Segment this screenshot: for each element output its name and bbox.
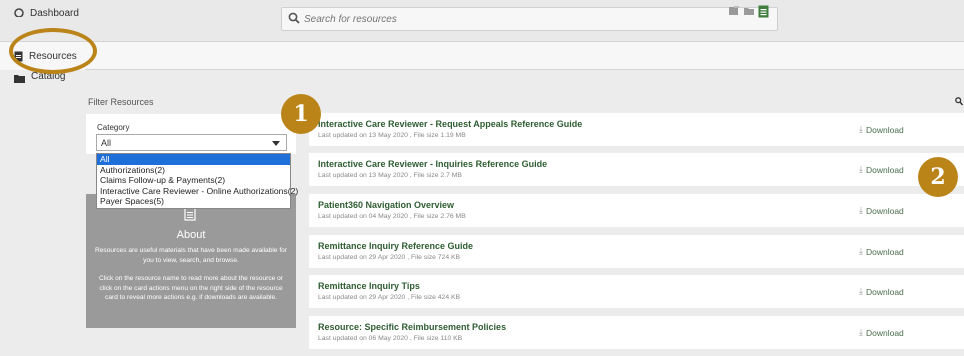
search-box[interactable] — [281, 7, 778, 31]
sidebar-item-label: Dashboard — [30, 7, 79, 18]
download-button[interactable]: ⤓ Download — [859, 286, 904, 297]
resource-meta: Last updated on 29 Apr 2020 , File size … — [318, 294, 461, 301]
resource-title[interactable]: Interactive Care Reviewer - Inquiries Re… — [318, 159, 547, 169]
resource-card: Interactive Care Reviewer - Inquiries Re… — [309, 153, 964, 186]
chevron-down-icon — [272, 141, 280, 146]
resource-card: Remittance Inquiry Reference Guide Last … — [309, 235, 964, 268]
download-icon: ⤓ — [859, 124, 863, 134]
search-icon — [288, 12, 300, 24]
search-input[interactable] — [304, 11, 604, 28]
download-icon: ⤓ — [859, 246, 863, 256]
resource-meta: Last updated on 04 May 2020 , File size … — [318, 213, 466, 220]
about-text: Click on the resource name to read more … — [99, 275, 283, 301]
download-button[interactable]: ⤓ Download — [859, 246, 904, 257]
dropdown-option[interactable]: All — [97, 154, 290, 165]
download-label: Download — [865, 164, 904, 175]
resource-title[interactable]: Remittance Inquiry Tips — [318, 281, 420, 291]
download-icon: ⤓ — [859, 164, 863, 174]
document-icon — [184, 207, 196, 221]
folder-icon — [14, 74, 25, 83]
resource-meta: Last updated on 06 May 2020 , File size … — [318, 335, 463, 342]
resource-title[interactable]: Remittance Inquiry Reference Guide — [318, 241, 473, 251]
download-label: Download — [865, 286, 904, 297]
category-selected-value: All — [101, 138, 112, 148]
download-icon: ⤓ — [859, 205, 863, 215]
about-title: About — [176, 229, 206, 241]
dropdown-option[interactable]: Interactive Care Reviewer - Online Autho… — [97, 186, 298, 197]
dropdown-option[interactable]: Payer Spaces(5) — [97, 196, 290, 207]
download-icon: ⤓ — [859, 327, 863, 337]
dropdown-option[interactable]: Authorizations(2) — [97, 165, 290, 176]
download-button[interactable]: ⤓ Download — [859, 124, 904, 135]
spreadsheet-icon[interactable] — [758, 5, 769, 18]
dashboard-icon — [14, 8, 24, 17]
download-button[interactable]: ⤓ Download — [859, 205, 904, 216]
resource-meta: Last updated on 13 May 2020 , File size … — [318, 132, 466, 139]
download-button[interactable]: ⤓ Download — [859, 164, 904, 175]
resource-card: Resource: Specific Reimbursement Policie… — [309, 316, 964, 349]
step-badge-2: 2 — [918, 157, 958, 197]
resource-title[interactable]: Interactive Care Reviewer - Request Appe… — [318, 119, 582, 129]
download-label: Download — [865, 246, 904, 257]
edit-icon[interactable] — [728, 5, 740, 17]
about-text: Resources are useful materials that have… — [94, 247, 288, 264]
download-button[interactable]: ⤓ Download — [859, 327, 904, 338]
search-icon[interactable] — [955, 97, 963, 106]
sub-header — [85, 42, 964, 70]
resource-card: Interactive Care Reviewer - Request Appe… — [309, 113, 964, 146]
top-bar — [0, 0, 964, 42]
sidebar-item-dashboard[interactable]: Dashboard — [14, 3, 79, 17]
filter-title: Filter Resources — [88, 97, 154, 107]
about-card: About Resources are useful materials tha… — [86, 194, 296, 328]
resource-meta: Last updated on 13 May 2020 , File size … — [318, 172, 462, 179]
category-select[interactable]: All — [96, 134, 287, 151]
resource-title[interactable]: Resource: Specific Reimbursement Policie… — [318, 322, 506, 332]
resource-meta: Last updated on 29 Apr 2020 , File size … — [318, 254, 461, 261]
highlight-circle — [9, 28, 97, 74]
download-label: Download — [865, 124, 904, 135]
download-icon: ⤓ — [859, 286, 863, 296]
folder-toolbar-icon[interactable] — [743, 5, 755, 17]
resource-title[interactable]: Patient360 Navigation Overview — [318, 200, 454, 210]
step-badge-1: 1 — [281, 94, 321, 134]
category-dropdown[interactable]: All Authorizations(2) Claims Follow-up &… — [96, 153, 298, 209]
category-label: Category — [97, 123, 130, 132]
dropdown-option[interactable]: Claims Follow-up & Payments(2) — [97, 175, 290, 186]
download-label: Download — [865, 205, 904, 216]
resource-card: Patient360 Navigation Overview Last upda… — [309, 194, 964, 227]
resource-card: Remittance Inquiry Tips Last updated on … — [309, 275, 964, 308]
download-label: Download — [865, 327, 904, 338]
sidebar-item-catalog[interactable]: Catalog — [14, 72, 65, 86]
